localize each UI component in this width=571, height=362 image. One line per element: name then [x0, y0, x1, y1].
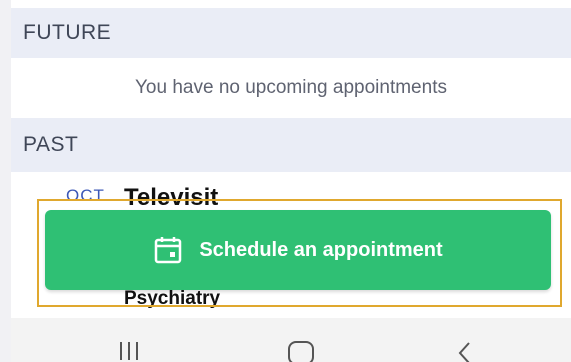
recents-icon[interactable] — [117, 340, 141, 362]
future-section-header: FUTURE — [11, 8, 571, 58]
past-section-header: PAST — [11, 118, 571, 172]
no-appointments-message: You have no upcoming appointments — [135, 77, 447, 98]
schedule-button-label: Schedule an appointment — [199, 238, 443, 261]
appointments-screen: FUTURE You have no upcoming appointments… — [11, 0, 571, 362]
back-icon[interactable] — [454, 340, 474, 362]
android-nav-bar — [11, 318, 571, 362]
calendar-icon — [155, 237, 182, 264]
schedule-appointment-button[interactable]: Schedule an appointment — [45, 210, 551, 290]
past-header-label: PAST — [23, 133, 79, 156]
home-icon[interactable] — [286, 340, 316, 362]
future-header-label: FUTURE — [23, 21, 112, 44]
